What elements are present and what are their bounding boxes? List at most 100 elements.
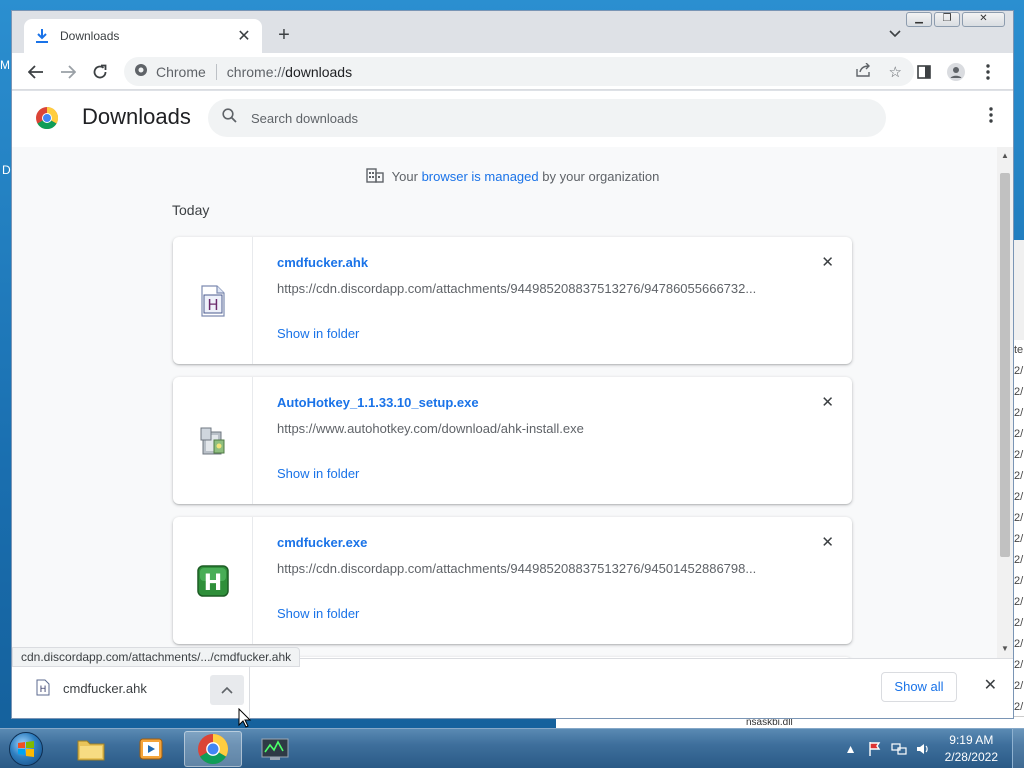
back-arrow-icon[interactable] (25, 61, 47, 83)
share-icon[interactable] (856, 62, 872, 81)
volume-speaker-icon[interactable] (915, 741, 931, 757)
managed-prefix: Your (391, 169, 418, 184)
taskbar-explorer[interactable] (62, 731, 120, 767)
chrome-site-icon (134, 63, 148, 80)
scroll-thumb[interactable] (1000, 173, 1010, 557)
managed-suffix: by your organization (542, 169, 660, 184)
download-icon (34, 28, 50, 44)
search-downloads-input[interactable] (251, 110, 851, 126)
taskbar-clock[interactable]: 9:19 AM 2/28/2022 (945, 732, 998, 766)
search-downloads-box[interactable] (208, 99, 886, 137)
download-card: AutoHotkey_1.1.33.10_setup.exe https://w… (173, 377, 852, 504)
download-card: H cmdfucker.exe https://cdn.discordapp.c… (173, 517, 852, 644)
ahk-script-icon: H (200, 284, 225, 317)
mouse-cursor-icon (238, 708, 252, 728)
reload-icon[interactable] (89, 61, 111, 83)
folder-icon (77, 740, 105, 761)
new-tab-button[interactable]: + (274, 25, 294, 45)
bookmark-star-icon[interactable]: ☆ (889, 63, 902, 81)
show-hidden-icons-chevron-icon[interactable]: ▲ (843, 741, 859, 757)
close-window-button[interactable]: ✕ (962, 12, 1005, 27)
search-icon (222, 108, 237, 128)
side-panel-icon[interactable] (913, 61, 935, 83)
taskbar-media-player[interactable] (122, 731, 180, 767)
address-bar-path: downloads (285, 63, 353, 80)
taskbar-task-manager[interactable] (246, 731, 304, 767)
browser-menu-icon[interactable] (977, 61, 999, 83)
action-center-flag-icon[interactable] (867, 741, 883, 757)
download-source-url[interactable]: https://www.autohotkey.com/download/ahk-… (277, 421, 777, 436)
tab-downloads[interactable]: Downloads ✕ (24, 19, 262, 53)
downloads-page: Downloads Your browser is managed by you… (12, 91, 1013, 658)
download-card-icon-column: H (173, 237, 253, 364)
shelf-download-item[interactable]: H cmdfucker.ahk (12, 659, 250, 719)
media-player-icon (139, 738, 163, 760)
svg-text:H: H (207, 296, 218, 314)
managed-notice: Your browser is managed by your organiza… (12, 167, 1013, 186)
page-scrollbar[interactable]: ▲ ▼ (997, 147, 1013, 658)
page-title: Downloads (82, 104, 191, 129)
date-group-label: Today (172, 202, 210, 218)
page-header: Downloads (12, 91, 1013, 147)
browser-toolbar: Chrome chrome://downloads ☆ (12, 53, 1013, 90)
download-card: H cmdfucker.ahk https://cdn.discordapp.c… (173, 237, 852, 364)
shelf-item-menu-chevron-icon[interactable] (210, 675, 244, 705)
remove-download-close-icon[interactable]: ✕ (821, 533, 834, 551)
scroll-up-arrow-icon[interactable]: ▲ (997, 149, 1013, 163)
download-filename-link[interactable]: cmdfucker.exe (277, 535, 367, 550)
address-bar-scheme: chrome:// (226, 63, 286, 80)
address-bar-divider (215, 63, 217, 80)
autohotkey-exe-icon: H (196, 564, 229, 597)
svg-text:H: H (40, 685, 47, 695)
downloads-menu-icon[interactable] (989, 107, 993, 128)
task-manager-icon (261, 738, 289, 760)
show-desktop-button[interactable] (1012, 729, 1024, 768)
tab-search-chevron-icon[interactable] (889, 27, 901, 41)
forward-arrow-icon[interactable] (57, 61, 79, 83)
download-card-icon-column: H (173, 517, 253, 644)
desktop-icon-label-fragment: D (2, 163, 11, 177)
chrome-icon (198, 734, 228, 764)
remove-download-close-icon[interactable]: ✕ (821, 393, 834, 411)
installer-icon (200, 427, 224, 454)
shelf-download-filename: cmdfucker.ahk (63, 681, 147, 696)
browser-managed-link[interactable]: browser is managed (422, 169, 539, 184)
download-source-url[interactable]: https://cdn.discordapp.com/attachments/9… (277, 281, 777, 296)
show-all-button[interactable]: Show all (881, 672, 957, 702)
show-in-folder-link[interactable]: Show in folder (277, 326, 359, 341)
network-icon[interactable] (891, 741, 907, 757)
scroll-down-arrow-icon[interactable]: ▼ (997, 642, 1013, 656)
minimize-button[interactable]: ▁ (906, 12, 932, 27)
profile-avatar-icon[interactable] (945, 61, 967, 83)
clock-date: 2/28/2022 (944, 750, 998, 764)
start-button[interactable] (4, 729, 48, 768)
chrome-window: Downloads ✕ + ▁ ❐ ✕ Chrome chrome:// dow… (11, 10, 1014, 728)
address-bar[interactable]: Chrome chrome://downloads ☆ (124, 57, 914, 86)
desktop-icon-label-fragment: M (0, 58, 10, 72)
chrome-logo-icon (36, 107, 58, 129)
system-tray: ▲ 9:19 AM 2/28/2022 (839, 729, 1024, 768)
tab-close-icon[interactable]: ✕ (236, 26, 252, 46)
windows-logo-icon (9, 732, 43, 766)
ahk-file-icon: H (36, 679, 50, 696)
download-source-url[interactable]: https://cdn.discordapp.com/attachments/9… (277, 561, 777, 576)
building-icon (365, 167, 384, 186)
close-shelf-icon[interactable]: ✕ (984, 675, 997, 695)
download-filename-link[interactable]: AutoHotkey_1.1.33.10_setup.exe (277, 395, 479, 410)
maximize-button[interactable]: ❐ (934, 12, 960, 27)
taskbar-chrome[interactable] (184, 731, 242, 767)
remove-download-close-icon[interactable]: ✕ (821, 253, 834, 271)
tab-title: Downloads (60, 29, 120, 43)
download-filename-link[interactable]: cmdfucker.ahk (277, 255, 368, 270)
download-card-icon-column (173, 377, 253, 504)
clock-time: 9:19 AM (949, 733, 994, 747)
tab-strip: Downloads ✕ + ▁ ❐ ✕ (12, 11, 1013, 53)
address-bar-site-label: Chrome (156, 63, 206, 80)
show-in-folder-link[interactable]: Show in folder (277, 606, 359, 621)
windows-taskbar: ▲ 9:19 AM 2/28/2022 (0, 728, 1024, 768)
svg-text:H: H (203, 571, 221, 596)
status-bubble: cdn.discordapp.com/attachments/.../cmdfu… (12, 647, 301, 667)
window-controls: ▁ ❐ ✕ (906, 12, 1005, 27)
download-shelf: H cmdfucker.ahk Show all ✕ (12, 658, 1013, 719)
show-in-folder-link[interactable]: Show in folder (277, 466, 359, 481)
